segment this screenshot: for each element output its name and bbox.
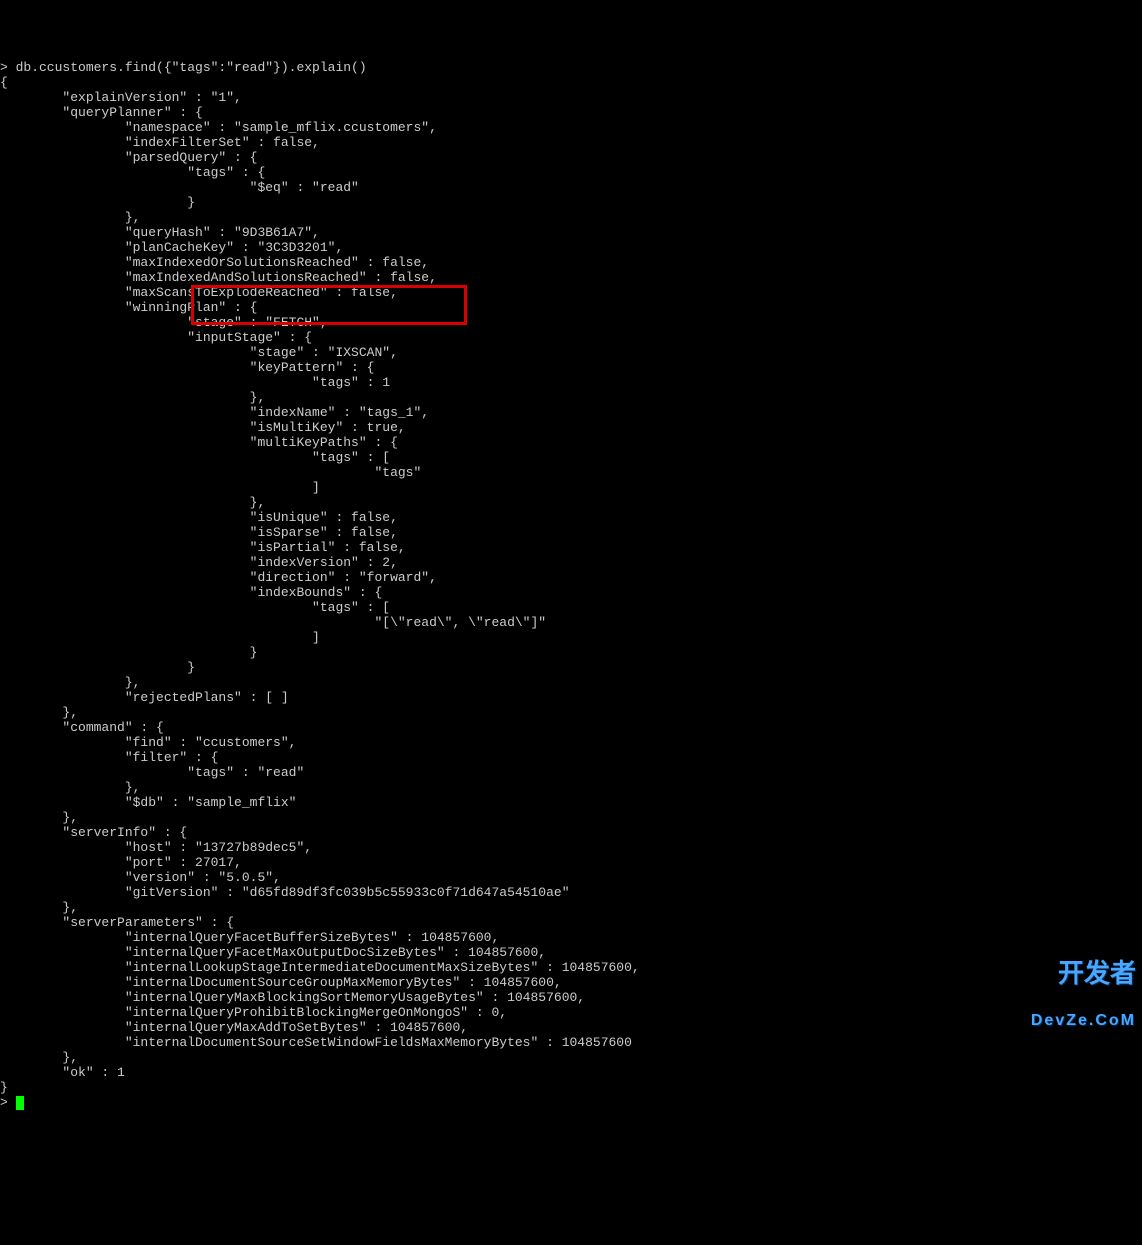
cursor [16, 1096, 24, 1110]
prompt-line[interactable]: > [0, 1095, 16, 1110]
terminal-output: > db.ccustomers.find({"tags":"read"}).ex… [0, 60, 1142, 1110]
watermark-logo: 开发者 DevZe.CoM [1031, 937, 1136, 1057]
watermark-sub: DevZe.CoM [1031, 1009, 1136, 1033]
watermark-top: 开发者 [1058, 958, 1136, 988]
